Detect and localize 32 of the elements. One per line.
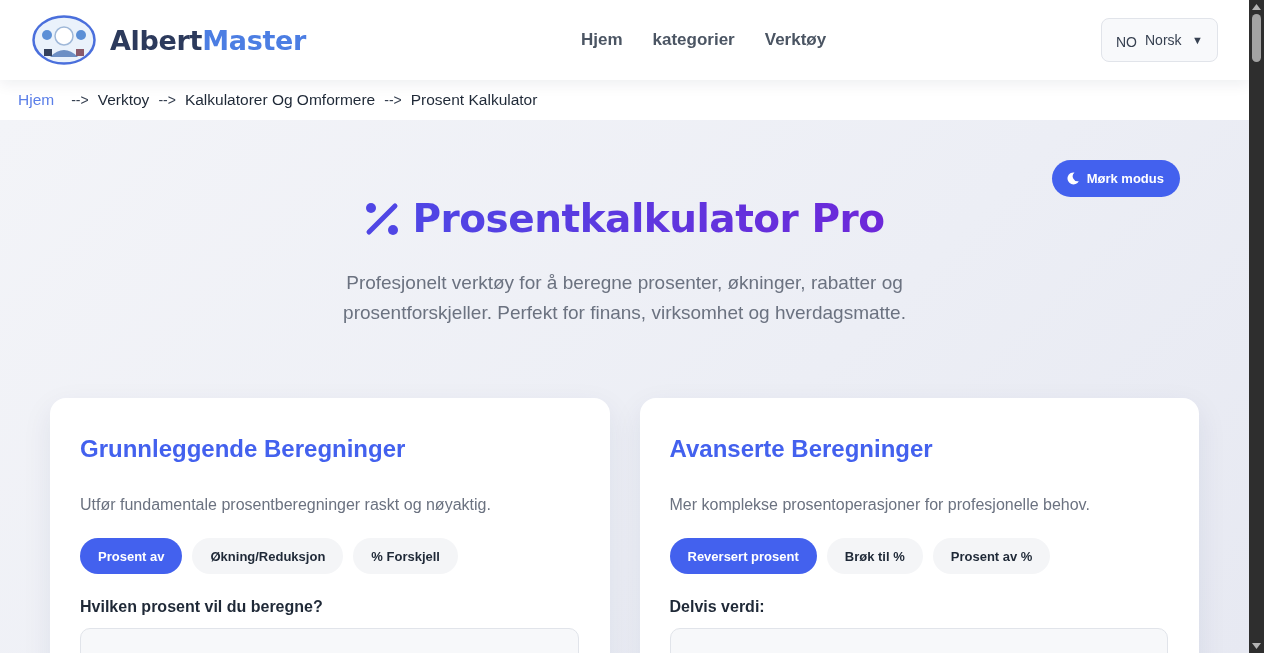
- dark-mode-button[interactable]: Mørk modus: [1051, 160, 1180, 197]
- field-label: Hvilken prosent vil du beregne?: [80, 597, 324, 617]
- breadcrumb-separator: -->: [71, 92, 89, 108]
- page-subtitle: Profesjonelt verktøy for å beregne prosenter, økninger, rabatter og prosentforskjeller. Perfekt for finans, virksomhet og hverdagsmatte.: [342, 271, 907, 325]
- breadcrumb-separator: -->: [384, 92, 402, 108]
- field-label: Delvis verdi:: [669, 597, 766, 617]
- scroll-down-icon[interactable]: [1252, 643, 1261, 649]
- nav-link[interactable]: kategorier: [652, 30, 735, 50]
- scroll-up-icon[interactable]: [1252, 4, 1261, 10]
- mode-tab[interactable]: Prosent av: [80, 538, 183, 574]
- percent-icon: [364, 201, 401, 237]
- nav-link[interactable]: Verktøy: [764, 30, 827, 50]
- breadcrumb-item[interactable]: Prosent Kalkulator: [410, 91, 538, 109]
- mode-tab[interactable]: Prosent av %: [932, 538, 1051, 574]
- nav-link[interactable]: Hjem: [580, 30, 623, 50]
- language-select[interactable]: NO Norsk ▼: [1101, 18, 1218, 62]
- card-description: Mer komplekse prosentoperasjoner for profesjonelle behov.: [669, 495, 1091, 515]
- mode-tab[interactable]: % Forskjell: [353, 538, 458, 574]
- scrollbar-thumb[interactable]: [1252, 14, 1261, 62]
- breadcrumb-link[interactable]: Hjem: [18, 91, 55, 109]
- moon-icon: [1066, 172, 1079, 185]
- breadcrumb-item[interactable]: Kalkulatorer Og Omformere: [184, 91, 376, 109]
- logo-icon: [32, 15, 96, 65]
- mode-tab[interactable]: Brøk til %: [826, 538, 923, 574]
- breadcrumb-item[interactable]: Verktoy: [97, 91, 150, 109]
- breadcrumb-separator: -->: [158, 92, 176, 108]
- card-title: Avanserte Beregninger: [669, 434, 934, 464]
- card-title: Grunnleggende Beregninger: [80, 434, 407, 464]
- mode-tab[interactable]: Økning/Reduksjon: [192, 538, 344, 574]
- card-description: Utfør fundamentale prosentberegninger raskt og nøyaktig.: [80, 495, 492, 515]
- brand-name[interactable]: AlbertMaster: [110, 24, 307, 56]
- mode-tab[interactable]: Reversert prosent: [669, 538, 817, 574]
